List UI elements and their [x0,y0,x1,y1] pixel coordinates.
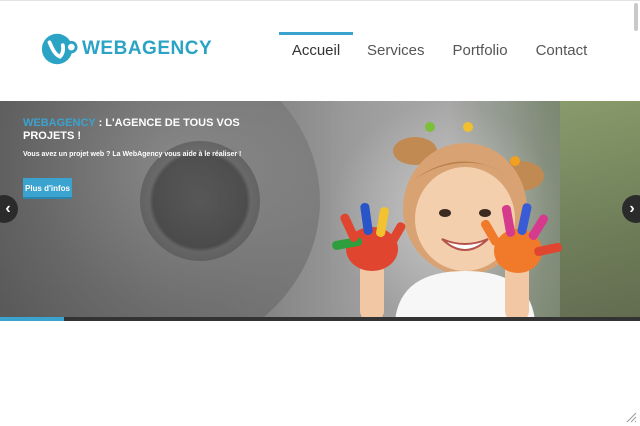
top-border [0,0,640,1]
slide-headline-brand: WEBAGENCY [23,117,96,129]
nav-item-accueil[interactable]: Accueil [279,32,353,66]
slide-headline: WEBAGENCY : L'AGENCE DE TOUS VOS PROJETS… [23,117,243,143]
scrollbar[interactable] [634,3,638,31]
slider-progress-bar [0,317,640,321]
nav-item-portfolio[interactable]: Portfolio [453,32,508,66]
logo[interactable]: WEBAGENCY [40,30,212,68]
logo-mark-icon [41,33,78,65]
slider-progress-fill [0,317,64,321]
main-nav: Accueil Services Portfolio Contact [279,32,587,66]
slide-image-child-painted-hands [332,122,562,321]
slide-subline: Vous avez un projet web ? La WebAgency v… [23,151,242,158]
resize-handle-icon[interactable] [625,411,637,423]
more-info-button[interactable]: Plus d'infos [23,178,72,199]
hero-slider[interactable]: WEBAGENCY : L'AGENCE DE TOUS VOS PROJETS… [0,101,640,321]
logo-text: WEBAGENCY [82,38,213,59]
slide-background-wheel [140,141,260,261]
nav-item-contact[interactable]: Contact [536,32,588,66]
nav-item-services[interactable]: Services [367,32,425,66]
